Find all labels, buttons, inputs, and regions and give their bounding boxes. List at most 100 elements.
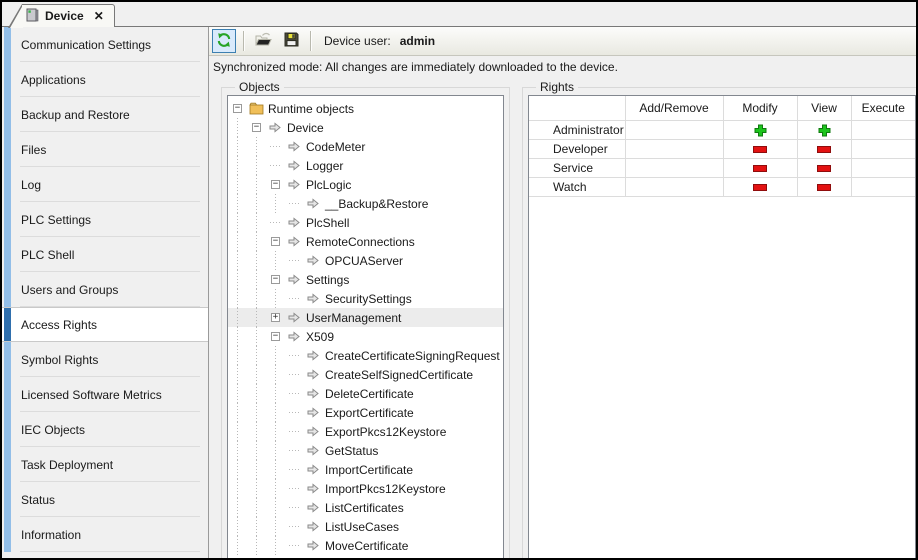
tree-item-device[interactable]: −Device [228,118,503,137]
tree-item-createselfsignedcertificate[interactable]: CreateSelfSignedCertificate [228,365,503,384]
tab-device[interactable]: Device ✕ [22,4,115,27]
tree-indent-guide [266,498,285,517]
open-button[interactable] [251,29,275,53]
permission-cell-add-remove[interactable] [625,139,723,158]
tree-indent-guide [228,479,247,498]
permission-cell-view[interactable] [797,177,851,196]
sidebar-item-licensed-software-metrics[interactable]: Licensed Software Metrics [2,377,208,412]
permission-cell-modify[interactable] [723,120,797,139]
tree-connector [285,460,304,479]
permission-cell-add-remove[interactable] [625,177,723,196]
tree-item-plclogic[interactable]: −PlcLogic [228,175,503,194]
permission-cell-execute[interactable] [851,177,915,196]
tree-item--backup-restore[interactable]: __Backup&Restore [228,194,503,213]
sidebar-item-symbol-rights[interactable]: Symbol Rights [2,342,208,377]
permission-cell-add-remove[interactable] [625,158,723,177]
tree-item-plcshell[interactable]: PlcShell [228,213,503,232]
collapse-icon[interactable]: − [266,175,285,194]
tree-indent-guide [247,308,266,327]
tree-item-securitysettings[interactable]: SecuritySettings [228,289,503,308]
collapse-icon[interactable]: − [228,99,247,118]
role-label: Administrator [529,120,625,139]
tree-item-getstatus[interactable]: GetStatus [228,441,503,460]
tree-item-importpkcs12keystore[interactable]: ImportPkcs12Keystore [228,479,503,498]
tree-item-deletecertificate[interactable]: DeleteCertificate [228,384,503,403]
tree-indent-guide [228,156,247,175]
sidebar-item-task-deployment[interactable]: Task Deployment [2,447,208,482]
tree-indent-guide [247,270,266,289]
tree-item-label: Runtime objects [265,102,357,116]
sidebar-item-files[interactable]: Files [2,132,208,167]
tree-indent-guide [247,289,266,308]
close-icon[interactable]: ✕ [90,9,104,23]
tree-indent-guide [266,251,285,270]
sidebar-item-label: PLC Settings [21,213,91,227]
tree-item-listcertificates[interactable]: ListCertificates [228,498,503,517]
tree-item-movecertificate[interactable]: MoveCertificate [228,536,503,555]
rights-table-header: Add/RemoveModifyViewExecute [529,96,915,120]
grant-plus-icon [754,124,767,137]
sidebar-item-log[interactable]: Log [2,167,208,202]
tree-indent-guide [266,422,285,441]
permission-cell-modify[interactable] [723,177,797,196]
tree-indent-guide [266,460,285,479]
collapse-icon[interactable]: − [266,327,285,346]
sidebar-item-label: Communication Settings [21,38,151,52]
permission-cell-view[interactable] [797,120,851,139]
tree-item-listusecases[interactable]: ListUseCases [228,517,503,536]
sidebar-item-status[interactable]: Status [2,482,208,517]
tree-item-runtime-objects[interactable]: − Runtime objects [228,99,503,118]
tree-item-exportpkcs12keystore[interactable]: ExportPkcs12Keystore [228,422,503,441]
deny-minus-icon [817,146,831,153]
refresh-icon [216,32,232,51]
sidebar-item-plc-settings[interactable]: PLC Settings [2,202,208,237]
tree-item-label: SecuritySettings [322,292,415,306]
sidebar-item-plc-shell[interactable]: PLC Shell [2,237,208,272]
tree-indent-guide [247,346,266,365]
permission-cell-execute[interactable] [851,158,915,177]
tree-item-importcertificate[interactable]: ImportCertificate [228,460,503,479]
tree-item-label: ListUseCases [322,520,402,534]
arrow-icon [266,122,284,133]
tree-item-usermanagement[interactable]: +UserManagement [228,308,503,327]
sidebar-item-access-rights[interactable]: Access Rights [2,307,208,342]
arrow-icon [304,369,322,380]
expand-icon[interactable]: + [266,308,285,327]
tree-item-remoteconnections[interactable]: −RemoteConnections [228,232,503,251]
tree-item-createcertificatesigningrequest[interactable]: CreateCertificateSigningRequest [228,346,503,365]
tree-item-logger[interactable]: Logger [228,156,503,175]
permission-cell-execute[interactable] [851,139,915,158]
tree-item-x509[interactable]: − X509 [228,327,503,346]
save-button[interactable] [279,29,303,53]
synchronize-button[interactable] [212,29,236,53]
tree-indent-guide [266,403,285,422]
tree-item-label: X509 [303,330,337,344]
sidebar-item-users-and-groups[interactable]: Users and Groups [2,272,208,307]
sidebar-item-communication-settings[interactable]: Communication Settings [2,27,208,62]
collapse-icon[interactable]: − [266,232,285,251]
permission-cell-view[interactable] [797,158,851,177]
sidebar-item-iec-objects[interactable]: IEC Objects [2,412,208,447]
collapse-icon[interactable]: − [266,270,285,289]
arrow-icon [304,255,322,266]
permission-cell-modify[interactable] [723,158,797,177]
permission-cell-execute[interactable] [851,120,915,139]
collapse-icon[interactable]: − [247,118,266,137]
objects-tree: −Runtime objects−DeviceCodeMeterLogger−P… [228,96,503,555]
tree-indent-guide [228,270,247,289]
tree-item-settings[interactable]: −Settings [228,270,503,289]
tree-item-codemeter[interactable]: CodeMeter [228,137,503,156]
sidebar-item-applications[interactable]: Applications [2,62,208,97]
sidebar-item-label: IEC Objects [21,423,85,437]
permission-cell-modify[interactable] [723,139,797,158]
permission-cell-view[interactable] [797,139,851,158]
permission-cell-add-remove[interactable] [625,120,723,139]
tree-item-exportcertificate[interactable]: ExportCertificate [228,403,503,422]
tree-indent-guide [228,384,247,403]
tree-item-opcuaserver[interactable]: OPCUAServer [228,251,503,270]
sidebar-item-information[interactable]: Information [2,517,208,552]
tree-item-label: ExportPkcs12Keystore [322,425,449,439]
arrow-icon [304,483,322,494]
tree-indent-guide [266,194,285,213]
sidebar-item-backup-and-restore[interactable]: Backup and Restore [2,97,208,132]
